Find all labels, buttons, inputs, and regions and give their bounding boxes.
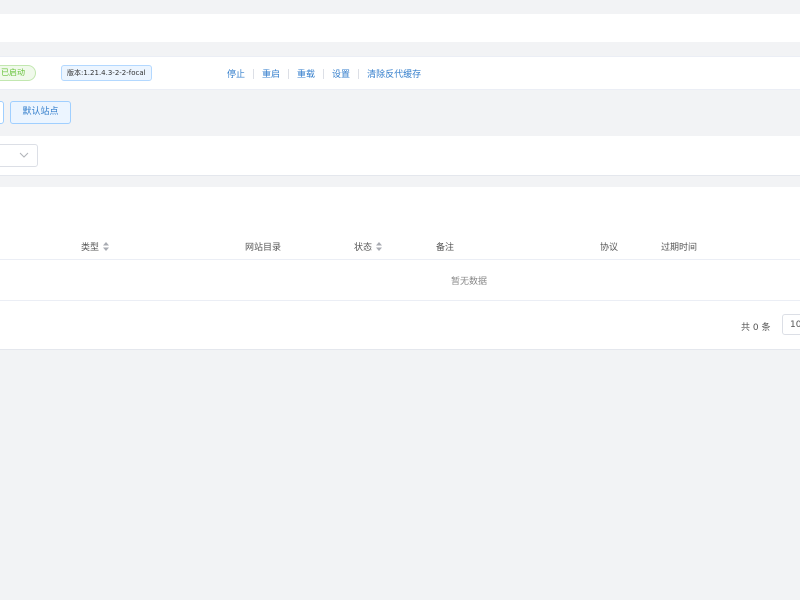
column-header-remark: 备注 <box>436 243 455 253</box>
action-links: 停止 重启 重载 设置 清除反代缓存 <box>227 67 421 80</box>
site-table-card: 类型 网站目录 状态 备注 协议 过期时间 暂无数据 共 0 条 10 <box>0 187 800 350</box>
stop-button[interactable]: 停止 <box>227 67 245 80</box>
settings-button[interactable]: 设置 <box>332 67 350 80</box>
column-header-protocol: 协议 <box>600 243 619 253</box>
column-header-type[interactable]: 类型 <box>81 240 110 253</box>
restart-button[interactable]: 重启 <box>262 67 280 80</box>
page-size-select[interactable]: 10 <box>782 314 800 335</box>
reload-button[interactable]: 重载 <box>297 67 315 80</box>
table-row: 暂无数据 <box>0 260 800 301</box>
column-header-status[interactable]: 状态 <box>354 240 383 253</box>
sort-icon[interactable] <box>103 242 110 251</box>
empty-text: 暂无数据 <box>451 277 488 287</box>
table-header: 类型 网站目录 状态 备注 协议 过期时间 <box>0 232 800 260</box>
group-select[interactable] <box>0 144 38 167</box>
divider <box>323 68 325 79</box>
divider <box>288 68 290 79</box>
clear-proxy-cache-button[interactable]: 清除反代缓存 <box>367 67 421 80</box>
total-count: 共 0 条 <box>741 323 771 333</box>
chevron-down-icon <box>19 152 29 158</box>
version-tag: 版本:1.21.4.3-2-2-focal <box>61 65 152 81</box>
filter-bar <box>0 136 800 176</box>
default-site-button[interactable]: 默认站点 <box>10 101 71 124</box>
column-header-site-dir: 网站目录 <box>245 243 282 253</box>
sort-icon[interactable] <box>376 242 383 251</box>
top-header-bar <box>0 14 800 42</box>
status-badge: 已启动 <box>0 65 36 81</box>
server-status-bar: 已启动 版本:1.21.4.3-2-2-focal 停止 重启 重载 设置 清除… <box>0 56 800 90</box>
create-site-button[interactable] <box>0 101 4 124</box>
divider <box>358 68 360 79</box>
divider <box>253 68 255 79</box>
column-header-expire-time: 过期时间 <box>661 243 698 253</box>
